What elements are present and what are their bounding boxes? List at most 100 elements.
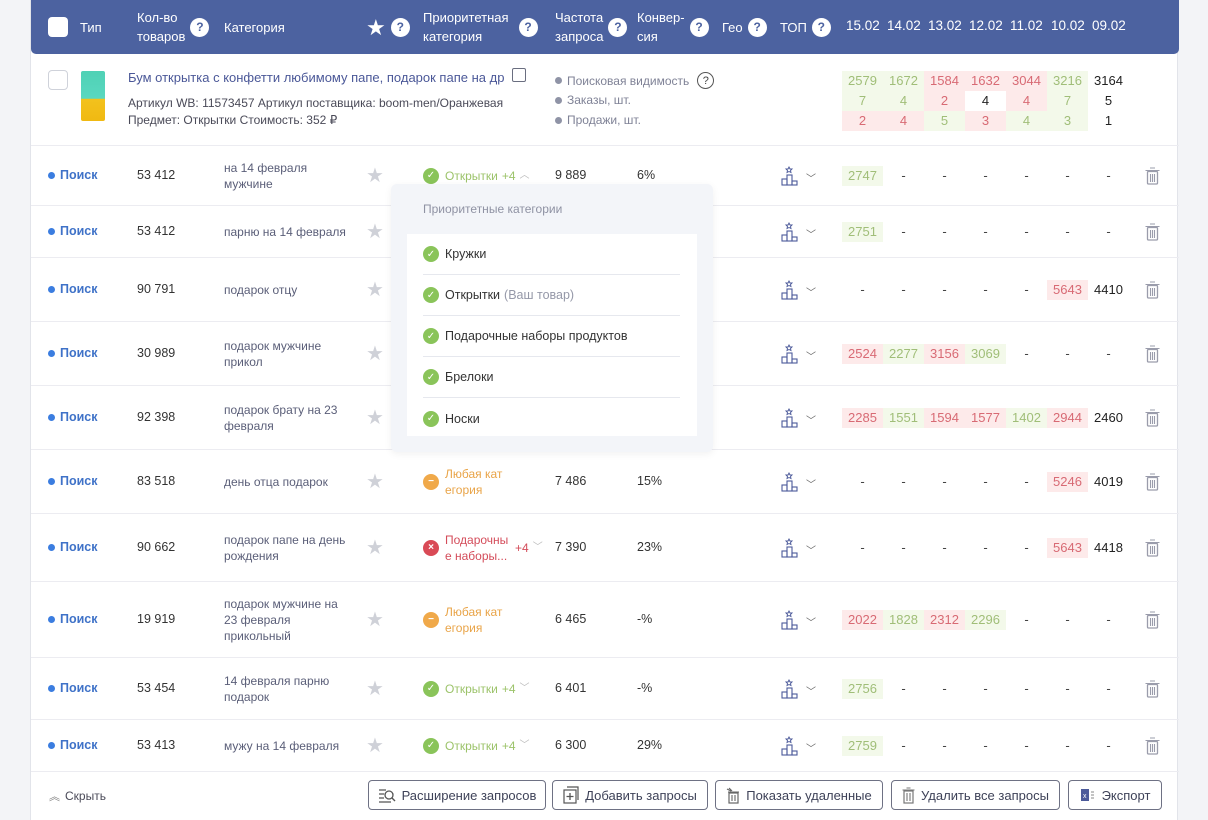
- product-stat-cell: 4: [1006, 111, 1047, 131]
- priority-category-dropdown[interactable]: ✓ Открытки +4 ﹀: [423, 681, 530, 697]
- keyword: 14 февраля парню подарок: [224, 674, 330, 704]
- priority-category-item[interactable]: ✓ Носки: [423, 398, 680, 439]
- position-cell: 1828: [883, 610, 924, 630]
- top-positions-dropdown[interactable]: ﹀: [781, 221, 816, 245]
- product-stat-cell: 2579: [842, 71, 883, 91]
- priority-category-dropdown[interactable]: − Любая категория: [423, 466, 505, 498]
- product-thumbnail[interactable]: [81, 71, 105, 121]
- type-link[interactable]: Поиск: [48, 474, 98, 488]
- delete-row-trash-icon[interactable]: [1145, 611, 1160, 632]
- delete-row-trash-icon[interactable]: [1145, 737, 1160, 758]
- priority-category-item[interactable]: ✓ Кружки: [423, 234, 680, 275]
- type-link[interactable]: Поиск: [48, 224, 98, 238]
- col-geo[interactable]: Гео ?: [722, 0, 767, 54]
- priority-category-item[interactable]: ✓ Открытки (Ваш товар): [423, 275, 680, 316]
- top-positions-dropdown[interactable]: ﹀: [781, 165, 816, 189]
- position-cell: 5246: [1047, 472, 1088, 492]
- product-count: 92 398: [137, 410, 176, 424]
- position-cell: -: [1024, 612, 1029, 627]
- favorite-star-icon[interactable]: ★: [366, 280, 384, 300]
- delete-row-trash-icon[interactable]: [1145, 473, 1160, 494]
- type-link[interactable]: Поиск: [48, 282, 98, 296]
- type-link[interactable]: Поиск: [48, 168, 98, 182]
- favorite-star-icon[interactable]: ★: [366, 344, 384, 364]
- priority-category-dropdown[interactable]: − Любая категория: [423, 604, 505, 636]
- delete-row-trash-icon[interactable]: [1145, 539, 1160, 560]
- type-link[interactable]: Поиск: [48, 410, 98, 424]
- favorite-star-icon[interactable]: ★: [366, 610, 384, 630]
- priority-category-dropdown[interactable]: ✓ Открытки +4 ︿: [423, 168, 530, 184]
- delete-row-trash-icon[interactable]: [1145, 345, 1160, 366]
- col-favorite[interactable]: ★ ?: [366, 0, 410, 54]
- table-row: Поиск 90 662 подарок папе на день рождения…: [31, 514, 1179, 582]
- favorite-star-icon[interactable]: ★: [366, 538, 384, 558]
- chevron-down-icon: ﹀: [519, 683, 530, 694]
- top-positions-dropdown[interactable]: ﹀: [781, 407, 816, 431]
- col-priority[interactable]: Приоритетная категория ?: [423, 0, 538, 54]
- export-button[interactable]: x Экспорт: [1068, 780, 1162, 810]
- type-link[interactable]: Поиск: [48, 540, 98, 554]
- col-count[interactable]: Кол-во товаров ?: [137, 0, 210, 54]
- type-link[interactable]: Поиск: [48, 612, 98, 626]
- position-cell: -: [942, 540, 947, 555]
- favorite-star-icon[interactable]: ★: [366, 472, 384, 492]
- external-link-icon[interactable]: [512, 68, 526, 82]
- priority-category-dropdown[interactable]: ✓ Открытки +4 ﹀: [423, 738, 530, 754]
- product-checkbox[interactable]: [48, 70, 68, 90]
- query-frequency: 7 390: [555, 540, 587, 554]
- favorite-star-icon[interactable]: ★: [366, 408, 384, 428]
- top-positions-dropdown[interactable]: ﹀: [781, 678, 816, 702]
- top-positions-dropdown[interactable]: ﹀: [781, 471, 816, 495]
- col-top[interactable]: ТОП ?: [780, 0, 831, 54]
- top-positions-dropdown[interactable]: ﹀: [781, 609, 816, 633]
- position-cell: -: [901, 282, 906, 297]
- keyword: подарок брату на 23 февраля: [224, 403, 338, 433]
- type-link[interactable]: Поиск: [48, 681, 98, 695]
- help-icon[interactable]: ?: [608, 17, 628, 37]
- help-icon[interactable]: ?: [390, 17, 410, 37]
- position-cell: 2277: [883, 344, 924, 364]
- keyword: подарок отцу: [224, 283, 298, 297]
- add-queries-button[interactable]: Добавить запросы: [552, 780, 708, 810]
- position-cell: 2756: [842, 679, 883, 699]
- delete-row-trash-icon[interactable]: [1145, 409, 1160, 430]
- type-link[interactable]: Поиск: [48, 346, 98, 360]
- col-category[interactable]: Категория: [224, 0, 285, 54]
- delete-row-trash-icon[interactable]: [1145, 281, 1160, 302]
- help-icon[interactable]: ?: [518, 17, 538, 37]
- priority-category-dropdown[interactable]: × Подарочные наборы... +4 ﹀: [423, 532, 543, 564]
- query-frequency: 6 465: [555, 612, 587, 626]
- top-positions-dropdown[interactable]: ﹀: [781, 537, 816, 561]
- favorite-star-icon[interactable]: ★: [366, 736, 384, 756]
- delete-row-trash-icon[interactable]: [1145, 167, 1160, 188]
- product-title-link[interactable]: Бум открытка с конфетти любимому папе, п…: [128, 70, 504, 85]
- product-stat-cell: 4: [883, 111, 924, 131]
- keyword: день отца подарок: [224, 475, 328, 489]
- favorite-star-icon[interactable]: ★: [366, 166, 384, 186]
- position-cell: -: [1106, 224, 1111, 239]
- priority-category-item[interactable]: ✓ Брелоки: [423, 357, 680, 398]
- favorite-star-icon[interactable]: ★: [366, 679, 384, 699]
- help-icon[interactable]: ?: [689, 17, 709, 37]
- top-positions-dropdown[interactable]: ﹀: [781, 279, 816, 303]
- hide-button[interactable]: ︽ Скрыть: [49, 788, 106, 804]
- expand-queries-button[interactable]: Расширение запросов: [368, 780, 546, 810]
- select-all-checkbox[interactable]: [48, 17, 68, 37]
- top-positions-dropdown[interactable]: ﹀: [781, 343, 816, 367]
- minus-circle-icon: −: [423, 474, 439, 490]
- type-link[interactable]: Поиск: [48, 738, 98, 752]
- delete-row-trash-icon[interactable]: [1145, 680, 1160, 701]
- priority-category-item[interactable]: ✓ Подарочные наборы продуктов: [423, 316, 680, 357]
- delete-all-queries-button[interactable]: Удалить все запросы: [891, 780, 1060, 810]
- favorite-star-icon[interactable]: ★: [366, 222, 384, 242]
- show-deleted-button[interactable]: Показать удаленные: [715, 780, 883, 810]
- table-footer: ︽ Скрыть Расширение запросов Добавить зап…: [31, 778, 1179, 812]
- help-icon[interactable]: ?: [697, 72, 715, 89]
- col-conversion[interactable]: Конвер-сия ?: [637, 0, 709, 54]
- delete-row-trash-icon[interactable]: [1145, 223, 1160, 244]
- help-icon[interactable]: ?: [190, 17, 210, 37]
- top-positions-dropdown[interactable]: ﹀: [781, 735, 816, 759]
- help-icon[interactable]: ?: [811, 17, 831, 37]
- help-icon[interactable]: ?: [747, 17, 767, 37]
- col-frequency[interactable]: Частота запроса ?: [555, 0, 628, 54]
